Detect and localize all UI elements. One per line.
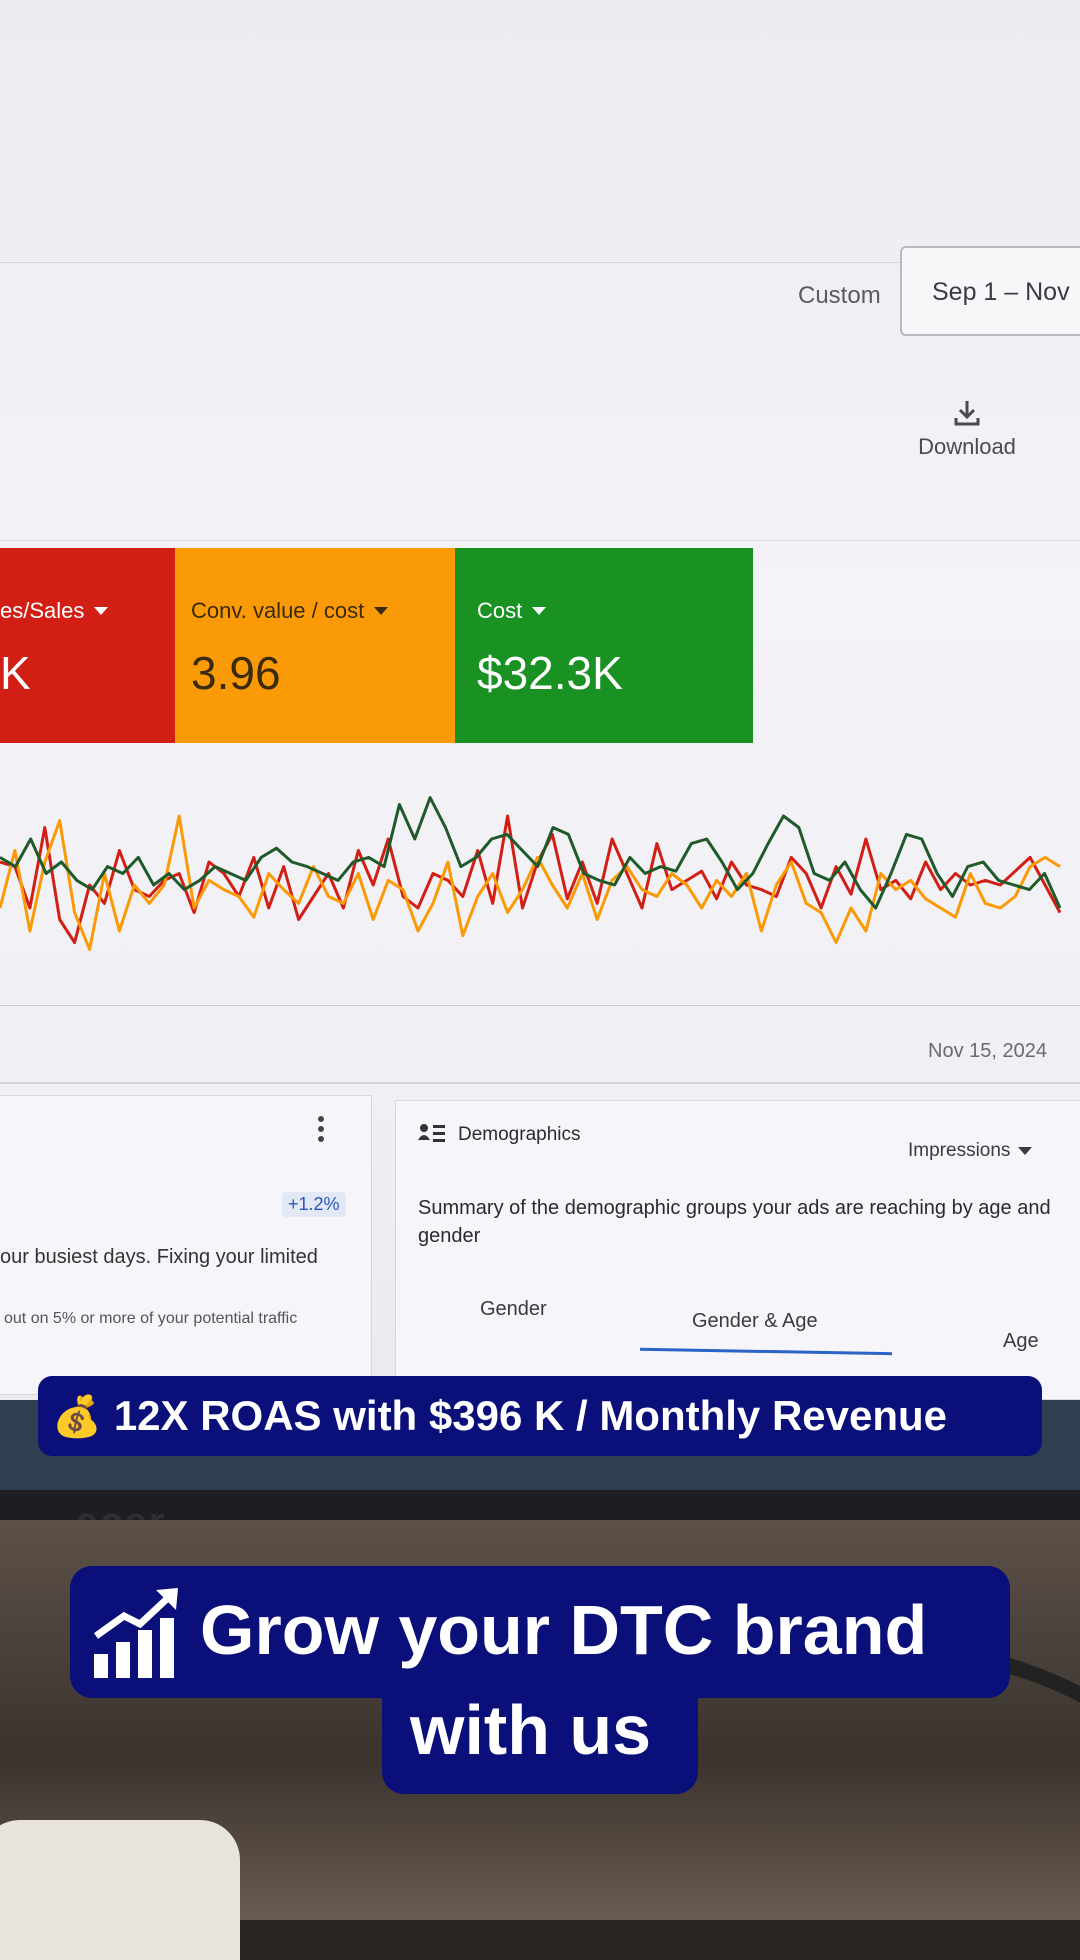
download-button[interactable]: Download [912, 398, 1022, 460]
kpi-cost-value: $32.3K [477, 647, 623, 699]
demographics-summary: Summary of the demographic groups your a… [418, 1197, 1051, 1247]
cta-headline-line1: Grow your DTC brand [200, 1591, 928, 1669]
mug [0, 1820, 240, 1960]
date-preset-label: Custom [798, 282, 881, 309]
kpi-roas-value: 3.96 [191, 647, 281, 699]
x-axis-end-date: Nov 15, 2024 [928, 1040, 1047, 1062]
growth-chart-icon [93, 1588, 178, 1678]
insight-text: our busiest days. Fixing your limited [0, 1246, 318, 1268]
performance-line-chart [0, 796, 1062, 951]
insight-subtext: out on 5% or more of your potential traf… [4, 1310, 298, 1327]
caret-down-icon [374, 607, 389, 615]
demographics-title: Demographics [458, 1124, 581, 1145]
insight-card [0, 1095, 372, 1395]
cta-headline-line2: with us [410, 1691, 652, 1769]
monitor-screen: Custom Sep 1 – Nov Download es/Sales K C… [0, 0, 1080, 1480]
metric-dropdown[interactable]: Impressions [908, 1140, 1033, 1162]
download-label: Download [918, 434, 1016, 459]
kpi-sales-card[interactable]: es/Sales K [0, 548, 175, 743]
kpi-roas-label: Conv. value / cost [191, 598, 365, 623]
caret-down-icon [94, 607, 109, 615]
tab-age[interactable]: Age [1003, 1330, 1039, 1353]
kpi-sales-value: K [0, 647, 31, 699]
date-range-picker[interactable]: Sep 1 – Nov [900, 246, 1080, 336]
moneybag-icon: 💰 [52, 1394, 102, 1439]
kpi-roas-card[interactable]: Conv. value / cost 3.96 [175, 548, 455, 743]
section-divider [0, 1082, 1080, 1084]
kpi-cost-label: Cost [477, 598, 523, 623]
roas-banner: 💰 12X ROAS with $396 K / Monthly Revenue [38, 1376, 1042, 1456]
metric-dropdown-label: Impressions [908, 1140, 1011, 1161]
chart-x-axis [0, 1005, 1080, 1006]
demographics-icon [418, 1124, 445, 1142]
more-options-icon[interactable] [318, 1116, 326, 1146]
panel-divider [0, 540, 1080, 541]
change-badge: +1.2% [282, 1192, 346, 1217]
kpi-sales-label: es/Sales [0, 598, 85, 623]
kpi-cost-card[interactable]: Cost $32.3K [455, 548, 753, 743]
caret-down-icon [1018, 1147, 1033, 1155]
roas-text: 12X ROAS with $396 K / Monthly Revenue [113, 1392, 948, 1439]
caret-down-icon [532, 607, 547, 615]
tab-gender-age[interactable]: Gender & Age [692, 1310, 818, 1333]
tab-gender[interactable]: Gender [480, 1298, 547, 1321]
download-icon [954, 401, 980, 426]
